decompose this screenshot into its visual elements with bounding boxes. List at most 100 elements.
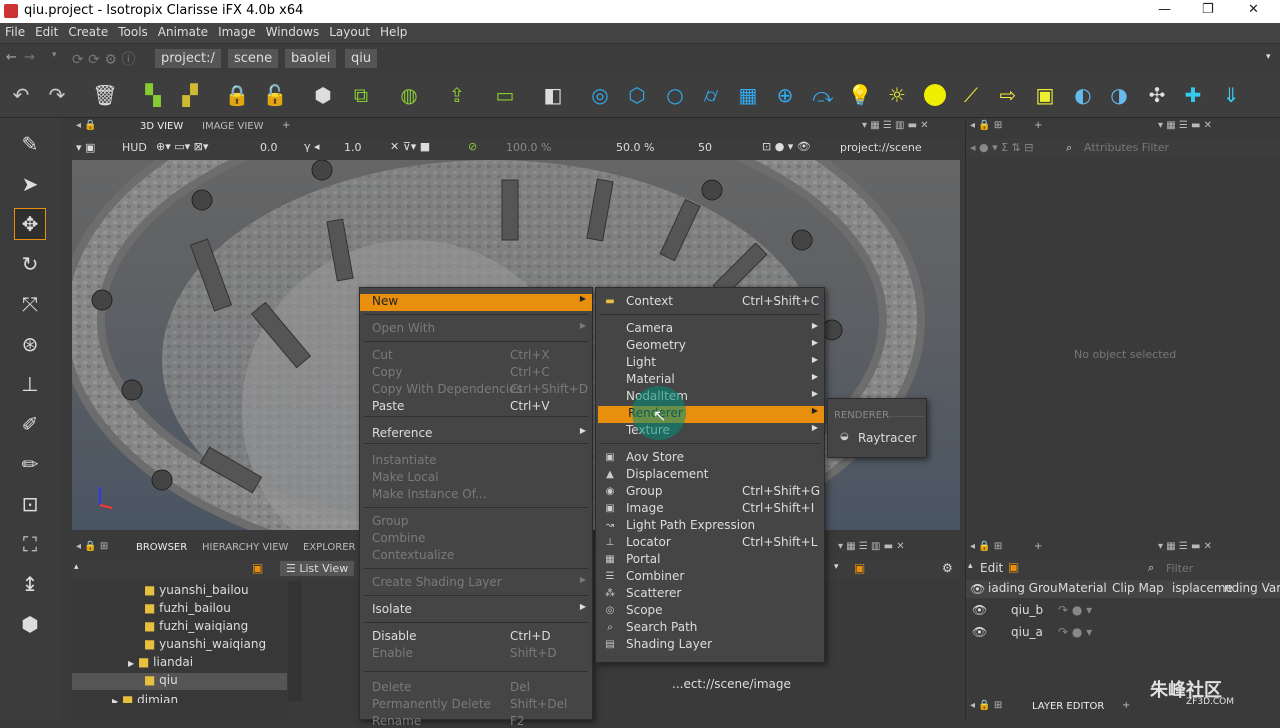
ctx-item-enable[interactable]: Enable Shift+D <box>360 646 592 663</box>
stamp-icon[interactable]: ⊥ <box>14 368 46 400</box>
restore-button[interactable]: ❐ <box>1202 2 1214 17</box>
image-icon[interactable]: ▣ <box>854 561 865 575</box>
globe-import-icon[interactable]: ◍ <box>394 80 424 110</box>
menu-edit[interactable]: Edit <box>30 23 63 41</box>
new-item-portal[interactable]: ▦ Portal <box>596 552 824 569</box>
col-material[interactable]: Material <box>1058 581 1107 595</box>
area-light-icon[interactable]: ▣ <box>1030 80 1060 110</box>
viewport-path[interactable]: project://scene <box>840 141 922 154</box>
layer-row[interactable]: 👁 qiu_a ↷ ● ▾ <box>966 623 1280 643</box>
enable-icon[interactable]: ⊘ <box>468 140 477 153</box>
new-item-search-path[interactable]: ⌕ Search Path <box>596 620 824 637</box>
new-item-texture[interactable]: Texture▶ <box>596 423 824 440</box>
ctx-item-reference[interactable]: Reference ▶ <box>360 426 592 443</box>
new-item-geometry[interactable]: Geometry ▶ <box>596 338 824 355</box>
new-item-material[interactable]: Material ▶ <box>596 372 824 389</box>
picker-icon[interactable]: ✎ <box>14 128 46 160</box>
sphere-icon[interactable]: ○ <box>660 80 690 110</box>
tree-item[interactable]: ■ fuzhi_bailou <box>144 601 231 615</box>
cylinder-icon[interactable]: ⌭ <box>696 80 726 110</box>
value-field-2[interactable]: 1.0 <box>344 141 362 154</box>
tab-hierarchy-view[interactable]: HIERARCHY VIEW <box>202 542 288 553</box>
ctx-item-instantiate[interactable]: Instantiate <box>360 453 592 470</box>
tree-scrollbar[interactable] <box>288 581 302 701</box>
new-item-shading-layer[interactable]: ▤ Shading Layer <box>596 637 824 654</box>
tab-3d-view[interactable]: 3D VIEW <box>140 121 183 132</box>
pin-icon[interactable]: ◂ 🔒 <box>76 120 97 131</box>
row-visibility-icon[interactable]: 👁 <box>972 603 987 617</box>
ctx-item-copy[interactable]: Copy Ctrl+C <box>360 365 592 382</box>
spot-light-icon[interactable]: ⟋ <box>956 80 986 110</box>
frame-icon[interactable]: ⊡ <box>14 488 46 520</box>
footer-pin-icon[interactable]: ◂ 🔒 ⊞ <box>970 700 1002 711</box>
new-item-group[interactable]: ◉ Group Ctrl+Shift+G <box>596 484 824 501</box>
menu-file[interactable]: File <box>0 23 30 41</box>
undo-icon[interactable]: ↶ <box>6 80 36 110</box>
address-dropdown-icon[interactable]: ▾ <box>1266 52 1271 62</box>
viewport-menu-icon[interactable]: ▾ ▣ <box>76 141 95 154</box>
close-button[interactable]: ✕ <box>1248 2 1259 17</box>
attr-pin-icon[interactable]: ◂ 🔒 ⊞ <box>970 120 1002 131</box>
universal-icon[interactable]: ⊛ <box>14 328 46 360</box>
ctx-item-copy-with-dependencies[interactable]: Copy With Dependencies Ctrl+Shift+D <box>360 382 592 399</box>
number-field[interactable]: 50 <box>698 141 712 154</box>
new-item-context[interactable]: ▬ Context Ctrl+Shift+C <box>596 294 824 311</box>
tab-browser[interactable]: BROWSER <box>136 542 187 553</box>
new-item-aov-store[interactable]: ▣ Aov Store <box>596 450 824 467</box>
tab-image-view[interactable]: IMAGE VIEW <box>202 121 263 132</box>
lock-icon[interactable]: 🔒 <box>222 80 252 110</box>
new-item-light[interactable]: Light ▶ <box>596 355 824 372</box>
attr-add-tab-icon[interactable]: + <box>1034 120 1042 131</box>
ctx-item-make-local[interactable]: Make Local <box>360 470 592 487</box>
measure-icon[interactable]: ↨ <box>14 568 46 600</box>
attributes-filter-input[interactable]: Attributes Filter <box>1084 141 1169 154</box>
ctx-item-disable[interactable]: Disable Ctrl+D <box>360 629 592 646</box>
raytracer-menu-item[interactable]: ◒ Raytracer <box>828 430 926 448</box>
unlock-icon[interactable]: 🔓 <box>260 80 290 110</box>
paint-icon[interactable]: ✐ <box>14 408 46 440</box>
ctx-item-group[interactable]: Group <box>360 514 592 531</box>
value-field-1[interactable]: 0.0 <box>260 141 278 154</box>
filter-icon[interactable]: ✕ ⊽▾ ■ <box>390 140 430 153</box>
brush-icon[interactable]: ✏ <box>14 448 46 480</box>
redo-icon[interactable]: ↷ <box>42 80 72 110</box>
layers-icon[interactable]: ◧ <box>538 80 568 110</box>
ctx-item-create-shading-layer[interactable]: Create Shading Layer ▶ <box>360 575 592 592</box>
tree-item[interactable]: ■ fuzhi_waiqiang <box>144 619 248 633</box>
sky-icon[interactable]: ◑ <box>1104 80 1134 110</box>
scatter-icon[interactable]: ✣ <box>1142 80 1172 110</box>
ctx-item-permanently-delete[interactable]: Permanently Delete Shift+Del <box>360 697 592 714</box>
col-clip-map[interactable]: Clip Map <box>1112 581 1164 595</box>
sphere-light-icon[interactable] <box>920 80 950 110</box>
layer-filter-input[interactable]: Filter <box>1166 562 1193 575</box>
browser-mode-icon[interactable]: ▣ <box>252 561 263 575</box>
ctx-item-cut[interactable]: Cut Ctrl+X <box>360 348 592 365</box>
expand-icon[interactable]: ▶ <box>112 697 118 703</box>
layer-mode-icon[interactable]: ▣ <box>1008 560 1019 574</box>
layer-edit-label[interactable]: Edit <box>980 561 1003 575</box>
list-view-dropdown[interactable]: ☰ List View <box>280 561 355 576</box>
attr-layout-icons[interactable]: ▾ ▦ ☰ ▬ ✕ <box>1158 120 1212 131</box>
environment-icon[interactable]: ◐ <box>1068 80 1098 110</box>
ctx-item-contextualize[interactable]: Contextualize <box>360 548 592 565</box>
tree-item[interactable]: ▶ ■ dimian <box>112 693 178 703</box>
breadcrumb-project[interactable]: project:/ <box>155 49 221 68</box>
collapse-icon[interactable]: ▴ <box>74 562 79 572</box>
row-material-icons[interactable]: ↷ ● ▾ <box>1058 625 1092 639</box>
ctx-item-isolate[interactable]: Isolate ▶ <box>360 602 592 619</box>
minimize-button[interactable]: — <box>1158 2 1171 17</box>
browser-layout-icons[interactable]: ▾ ▦ ☰ ▥ ▬ ✕ <box>838 541 905 552</box>
menu-animate[interactable]: Animate <box>153 23 213 41</box>
directional-light-icon[interactable]: ⇨ <box>993 80 1023 110</box>
ctx-item-paste[interactable]: Paste Ctrl+V <box>360 399 592 416</box>
menu-image[interactable]: Image <box>213 23 261 41</box>
browser-pin-icon[interactable]: ◂ 🔒 ⊞ <box>76 541 108 552</box>
group-icon[interactable]: ▚ <box>138 80 168 110</box>
refresh-icon[interactable]: ⟳ ⟳ ⚙ ⓘ <box>72 49 135 69</box>
comment-icon[interactable]: ▭ <box>490 80 520 110</box>
browser-dropdown-icon[interactable]: ▾ <box>834 562 839 572</box>
tree-item[interactable]: ▶ ■ liandai <box>128 655 193 669</box>
percent-field-1[interactable]: 100.0 % <box>506 141 551 154</box>
col-shading-variable[interactable]: nding Varia <box>1224 581 1280 595</box>
ungroup-icon[interactable]: ▞ <box>175 80 205 110</box>
